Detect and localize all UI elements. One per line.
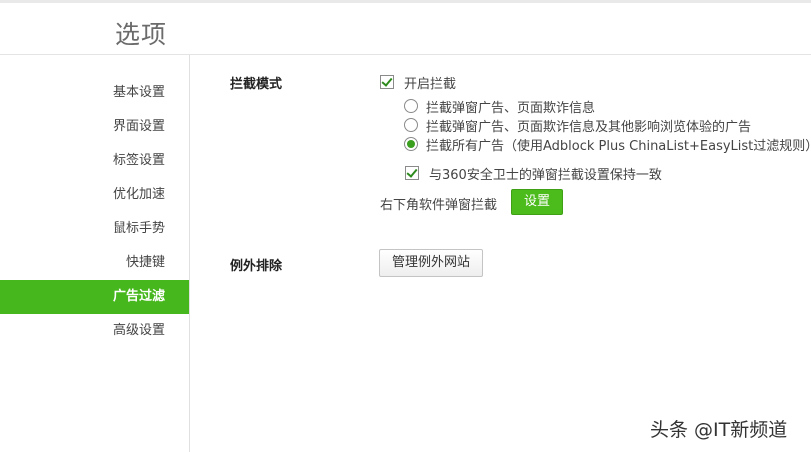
sidebar-item-shortcuts[interactable]: 快捷键: [0, 246, 189, 280]
sidebar-item-gestures[interactable]: 鼠标手势: [0, 212, 189, 246]
header: 选项: [0, 3, 811, 55]
watermark: 头条 @IT新频道: [650, 419, 788, 441]
popup-block-settings-button[interactable]: 设置: [511, 189, 563, 215]
radio-all-ads-label: 拦截所有广告（使用Adblock Plus ChinaList+EasyList…: [426, 139, 811, 154]
radio-all-ads[interactable]: [404, 137, 418, 151]
sync-360-label: 与360安全卫士的弹窗拦截设置保持一致: [429, 168, 662, 183]
sidebar-item-interface[interactable]: 界面设置: [0, 110, 189, 144]
manage-exceptions-button[interactable]: 管理例外网站: [379, 249, 483, 277]
enable-block-label: 开启拦截: [404, 77, 457, 92]
radio-popup-fraud[interactable]: [404, 99, 418, 113]
sidebar: 基本设置 界面设置 标签设置 优化加速 鼠标手势 快捷键 广告过滤 高级设置: [0, 55, 190, 452]
radio-popup-fraud-other-label: 拦截弹窗广告、页面欺诈信息及其他影响浏览体验的广告: [426, 120, 752, 135]
sidebar-item-tabs[interactable]: 标签设置: [0, 144, 189, 178]
sidebar-item-adblock[interactable]: 广告过滤: [0, 280, 189, 314]
block-mode-label: 拦截模式: [230, 77, 283, 92]
page-title: 选项: [115, 20, 168, 49]
sidebar-item-advanced[interactable]: 高级设置: [0, 314, 189, 348]
radio-popup-fraud-other[interactable]: [404, 118, 418, 132]
enable-block-checkbox[interactable]: [380, 75, 394, 89]
radio-popup-fraud-label: 拦截弹窗广告、页面欺诈信息: [426, 101, 596, 116]
sync-360-checkbox[interactable]: [405, 166, 419, 180]
sidebar-item-basic[interactable]: 基本设置: [0, 76, 189, 110]
exceptions-label: 例外排除: [230, 259, 283, 274]
sidebar-item-optimize[interactable]: 优化加速: [0, 178, 189, 212]
popup-block-label: 右下角软件弹窗拦截: [380, 198, 498, 213]
